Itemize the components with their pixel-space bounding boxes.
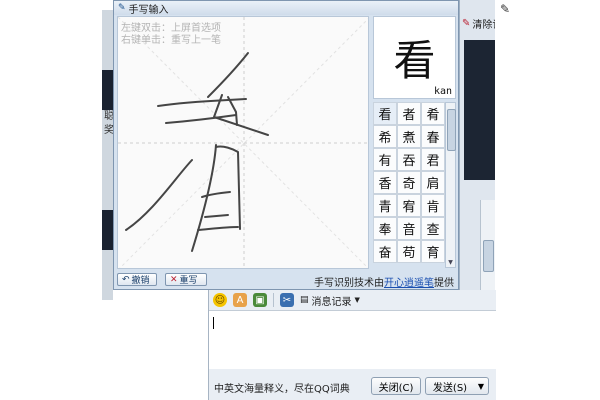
rewrite-label: 重写	[179, 276, 198, 286]
wrench-icon[interactable]: ✎	[500, 2, 510, 16]
tech-credit-suffix: 提供	[434, 278, 454, 289]
smile-icon[interactable]: ☺	[213, 293, 227, 307]
stroke-9	[201, 191, 231, 198]
font-icon[interactable]: A	[233, 293, 247, 307]
stroke-10	[204, 214, 229, 218]
background-far-right: ✎	[495, 0, 600, 400]
redo-icon: ✕	[170, 274, 178, 285]
clear-record-button[interactable]: ✎ 清除记	[462, 14, 496, 32]
handwriting-canvas[interactable]: 左键双击：上屏首选项 右键单击：重写上一笔	[117, 16, 369, 269]
send-options-button[interactable]: ▼	[474, 377, 489, 395]
candidate-grid: 看 者 肴 希 煮 春 有 吞 君 香 奇 肩 青 宥 肯 奉 音 查 奋 苟 …	[373, 102, 445, 263]
window-title: 手写输入	[128, 4, 169, 16]
background-right-panel: ✎ 清除记	[459, 0, 496, 300]
rewrite-button[interactable]: ✕ 重写	[165, 273, 207, 286]
background-picture	[464, 40, 495, 180]
candidate[interactable]: 煮	[397, 125, 421, 148]
scroll-down-icon[interactable]: ▼	[446, 259, 455, 267]
chevron-down-icon: ▼	[354, 296, 360, 304]
background-image-top	[102, 70, 113, 110]
undo-label: 撤销	[131, 276, 150, 286]
candidate[interactable]: 奉	[373, 217, 397, 240]
clear-record-label: 清除记	[472, 19, 496, 31]
candidate[interactable]: 者	[397, 102, 421, 125]
undo-button[interactable]: ↶ 撤销	[117, 273, 157, 286]
chat-toolbar: ☺ A ▣ ✂ ▤ 消息记录 ▼	[209, 290, 496, 310]
handwriting-footer: ↶ 撤销 ✕ 重写 手写识别技术由开心逍遥笔提供	[114, 271, 458, 289]
handwriting-window: ✎ 手写输入 左键双击：上屏首选项 右键单击：重写上一笔 看 kan 看 者 肴…	[113, 0, 459, 290]
pen-icon: ✎	[118, 3, 126, 13]
chevron-down-icon: ▼	[477, 381, 485, 391]
candidate[interactable]: 奋	[373, 240, 397, 263]
candidate[interactable]: 肯	[421, 194, 445, 217]
candidate[interactable]: 看	[373, 102, 397, 125]
toolbar-divider	[273, 293, 274, 307]
candidate[interactable]: 君	[421, 148, 445, 171]
screenshot-icon[interactable]: ✂	[280, 293, 294, 307]
candidate-scrollbar[interactable]: ▼	[445, 102, 456, 268]
stroke-11	[197, 226, 239, 231]
candidate[interactable]: 奇	[397, 171, 421, 194]
close-button[interactable]: 关闭(C)	[371, 377, 421, 395]
preview-character: 看	[393, 36, 436, 85]
stroke-6	[125, 159, 193, 231]
tech-credit-prefix: 手写识别技术由	[314, 278, 384, 289]
clear-icon: ✎	[462, 17, 471, 29]
stroke-5	[227, 96, 238, 126]
dictionary-ad-link[interactable]: 中英文海量释义，尽在QQ词典	[214, 380, 350, 395]
background-left-panel	[102, 10, 113, 300]
background-top	[0, 0, 113, 10]
candidate[interactable]: 音	[397, 217, 421, 240]
candidate[interactable]: 有	[373, 148, 397, 171]
candidate[interactable]: 青	[373, 194, 397, 217]
candidate-scrollbar-thumb[interactable]	[447, 109, 456, 151]
candidate[interactable]: 苟	[397, 240, 421, 263]
candidate[interactable]: 查	[421, 217, 445, 240]
chat-footer: 中英文海量释义，尽在QQ词典 关闭(C) 发送(S) ▼	[209, 372, 496, 398]
candidate[interactable]: 肩	[421, 171, 445, 194]
tech-credit-link[interactable]: 开心逍遥笔	[384, 278, 434, 289]
preview-pinyin: kan	[433, 86, 452, 97]
undo-icon: ↶	[122, 274, 130, 285]
candidate[interactable]: 春	[421, 125, 445, 148]
history-icon: ▤	[300, 295, 309, 305]
candidate[interactable]: 育	[421, 240, 445, 263]
chat-message-input[interactable]	[209, 310, 496, 369]
candidate[interactable]: 宥	[397, 194, 421, 217]
background-image-bottom	[102, 210, 113, 250]
stroke-7	[191, 144, 217, 252]
candidate[interactable]: 肴	[421, 102, 445, 125]
send-button[interactable]: 发送(S)	[425, 377, 475, 395]
handwriting-titlebar[interactable]: ✎ 手写输入	[114, 1, 458, 16]
scrollbar-thumb[interactable]	[483, 240, 494, 272]
text-caret	[213, 317, 214, 329]
recognized-preview[interactable]: 看 kan	[373, 16, 456, 99]
stroke-1	[207, 52, 249, 98]
chat-input-panel: ☺ A ▣ ✂ ▤ 消息记录 ▼ 中英文海量释义，尽在QQ词典 关闭(C) 发送…	[208, 290, 496, 400]
candidate[interactable]: 吞	[397, 148, 421, 171]
message-history-label: 消息记录	[311, 296, 352, 308]
candidate[interactable]: 香	[373, 171, 397, 194]
image-icon[interactable]: ▣	[253, 293, 267, 307]
message-history-button[interactable]: ▤ 消息记录 ▼	[300, 293, 360, 308]
chat-scrollbar[interactable]	[480, 200, 495, 290]
candidate[interactable]: 希	[373, 125, 397, 148]
tech-credit: 手写识别技术由开心逍遥笔提供	[314, 274, 454, 289]
handwriting-strokes	[118, 17, 368, 268]
